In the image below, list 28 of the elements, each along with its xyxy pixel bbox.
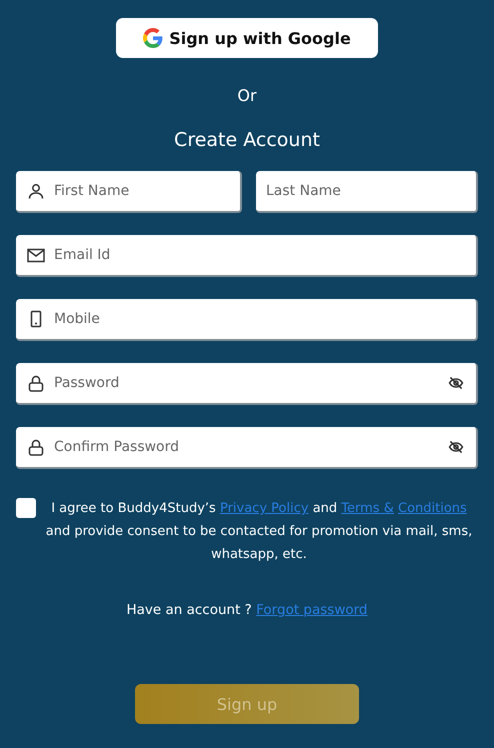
text-input[interactable]: Password bbox=[54, 375, 440, 391]
input-field[interactable]: Mobile bbox=[16, 299, 478, 341]
google-logo-icon bbox=[143, 28, 164, 48]
text-input[interactable]: First Name bbox=[54, 183, 228, 199]
eye-slash-icon[interactable] bbox=[448, 439, 464, 455]
policy-link[interactable]: Conditions bbox=[398, 501, 467, 516]
lock-icon bbox=[26, 437, 46, 457]
policy-link[interactable]: Terms & bbox=[341, 501, 394, 516]
consent-checkbox[interactable] bbox=[16, 498, 36, 518]
text-input[interactable]: Last Name bbox=[266, 183, 464, 199]
input-field[interactable]: Last Name bbox=[256, 171, 478, 213]
account-prompt: Have an account ? bbox=[126, 602, 252, 618]
person-icon bbox=[26, 181, 46, 201]
input-field[interactable]: Email Id bbox=[16, 235, 478, 277]
form-heading: Create Account bbox=[174, 129, 320, 151]
text-input[interactable]: Email Id bbox=[54, 247, 464, 263]
consent-text: I agree to Buddy4Study’s Privacy Policy and Terms & Conditions and provide consent to be contacted for promotion via mail, sms, whatsapp, etc. bbox=[44, 500, 474, 564]
input-field[interactable]: Confirm Password bbox=[16, 427, 478, 469]
lock-icon bbox=[26, 373, 46, 393]
google-signup-button[interactable]: Sign up with Google bbox=[116, 18, 378, 58]
text-input[interactable]: Confirm Password bbox=[54, 439, 440, 455]
policy-link[interactable]: Privacy Policy bbox=[220, 501, 309, 516]
forgot-password-link[interactable]: Forgot password bbox=[256, 602, 368, 618]
input-field[interactable]: Password bbox=[16, 363, 478, 405]
text-input[interactable]: Mobile bbox=[54, 311, 464, 327]
input-field[interactable]: First Name bbox=[16, 171, 242, 213]
eye-slash-icon[interactable] bbox=[448, 375, 464, 391]
divider-text: Or bbox=[237, 86, 257, 105]
